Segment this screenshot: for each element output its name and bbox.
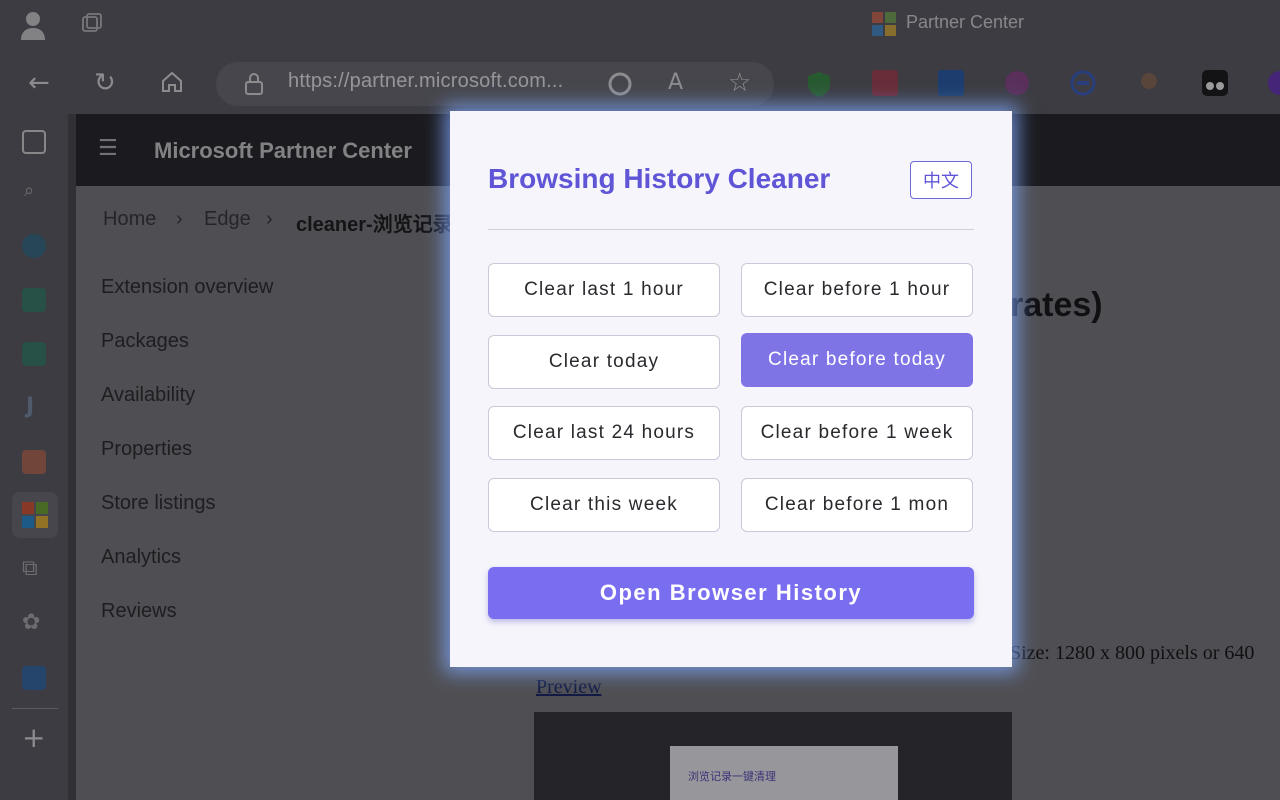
clear-before-today-button[interactable]: Clear before today: [741, 333, 973, 387]
clear-last-1-hour-button[interactable]: Clear last 1 hour: [488, 263, 720, 317]
clear-before-1-hour-button[interactable]: Clear before 1 hour: [741, 263, 973, 317]
clear-before-1-week-button[interactable]: Clear before 1 week: [741, 406, 973, 460]
divider: [488, 229, 974, 230]
extension-popup: Browsing History Cleaner 中文 Clear last 1…: [450, 111, 1012, 667]
language-toggle-button[interactable]: 中文: [910, 161, 972, 199]
clear-this-week-button[interactable]: Clear this week: [488, 478, 720, 532]
open-browser-history-button[interactable]: Open Browser History: [488, 567, 974, 619]
clear-last-24-hours-button[interactable]: Clear last 24 hours: [488, 406, 720, 460]
clear-today-button[interactable]: Clear today: [488, 335, 720, 389]
popup-title: Browsing History Cleaner: [488, 163, 831, 194]
clear-before-1-month-button[interactable]: Clear before 1 mon: [741, 478, 973, 532]
